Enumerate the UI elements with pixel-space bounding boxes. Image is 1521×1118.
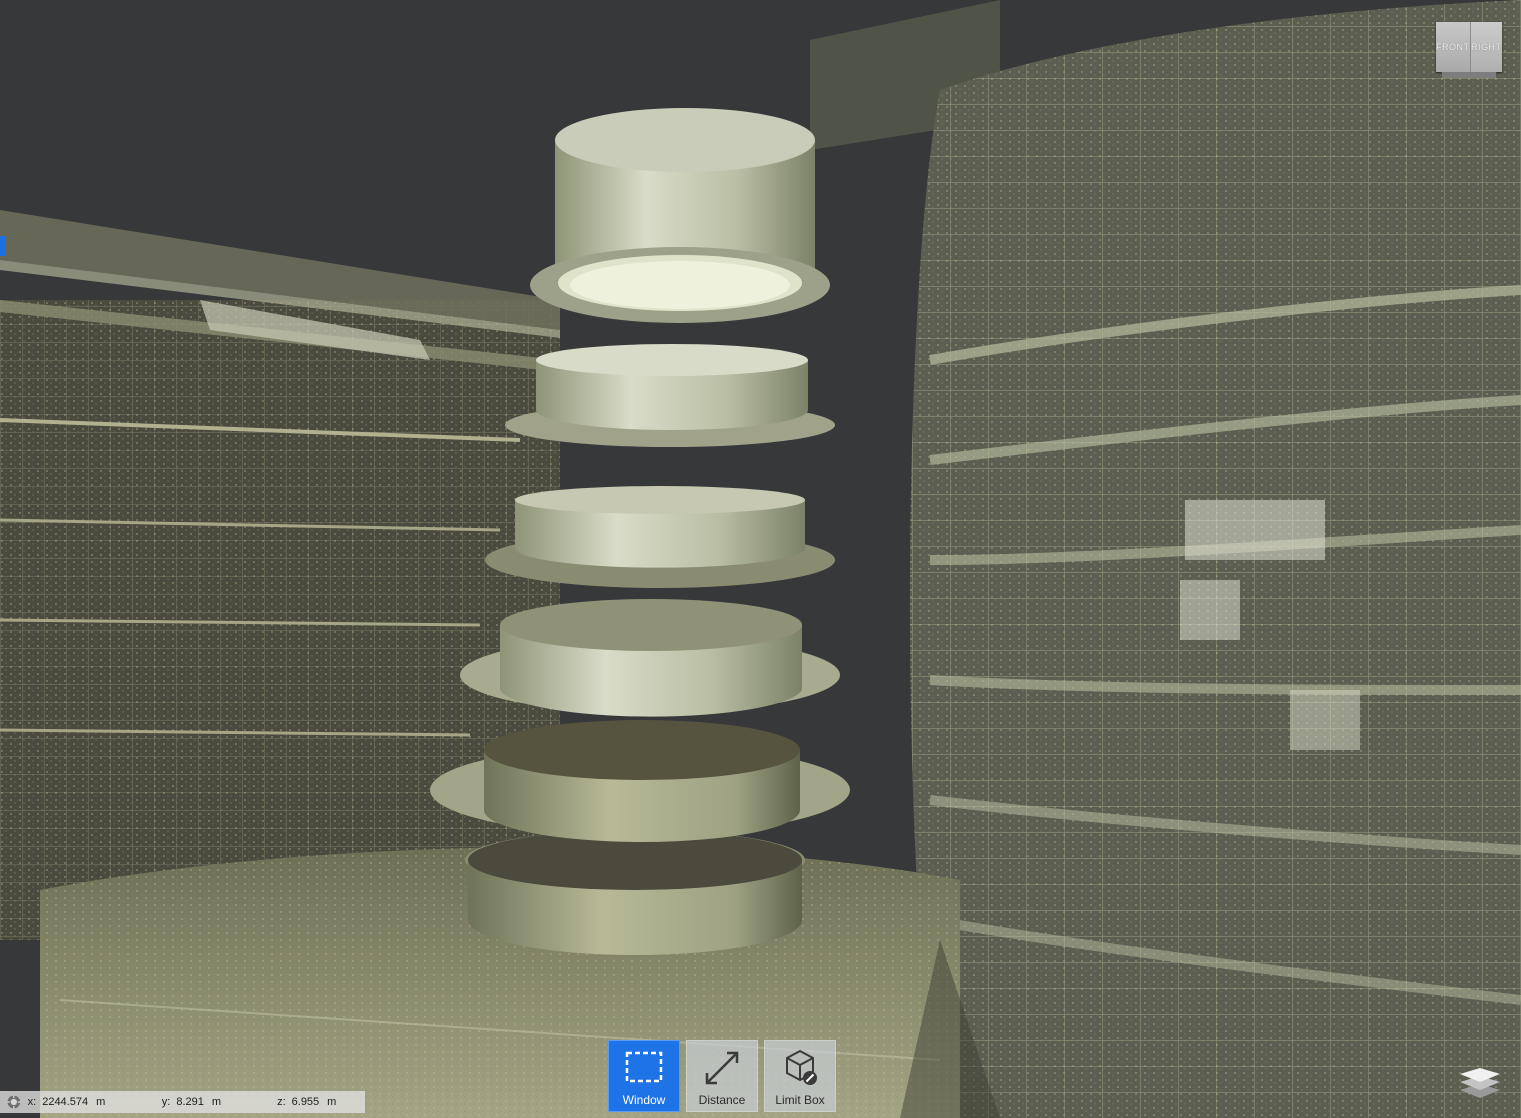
distance-measure-icon [705,1051,739,1085]
coord-y-key: y: [161,1096,171,1108]
coord-x-key: x: [27,1096,37,1108]
coord-y-value: 8.291 [176,1096,204,1108]
right-tower [910,0,1521,1118]
settings-icon[interactable] [6,1094,22,1110]
coord-x: x: 2244.574 m [28,1096,150,1108]
coord-z-unit: m [327,1096,337,1108]
window-button-label: Window [622,1093,666,1107]
limit-box-icon [786,1049,817,1085]
coord-z: z: 6.955 m [277,1096,365,1108]
coord-y: y: 8.291 m [162,1096,277,1108]
layers-icon[interactable] [1456,1058,1504,1100]
left-structure [0,300,560,940]
window-button[interactable]: Window [608,1040,680,1112]
coord-x-unit: m [96,1096,106,1108]
view-cube-bottom-face[interactable] [1442,72,1496,78]
measurement-toolbar: Window Distance Limit Box [608,1040,836,1112]
view-cube[interactable]: FRONT RIGHT [1436,22,1502,78]
distance-button[interactable]: Distance [686,1040,758,1112]
coordinate-readout: x: 2244.574 m y: 8.291 m z: 6.955 m [0,1091,365,1113]
coord-x-value: 2244.574 [42,1096,89,1108]
side-panel-handle[interactable] [0,236,5,256]
point-cloud-viewport[interactable]: FRONT RIGHT Window Distance Limit Box x:… [0,0,1521,1118]
limit-box-button-label: Limit Box [775,1093,825,1107]
view-cube-right-face[interactable]: RIGHT [1470,22,1502,72]
point-cloud-scene[interactable] [0,0,1521,1118]
distance-button-label: Distance [698,1093,746,1107]
view-cube-front-face[interactable]: FRONT [1436,22,1471,72]
coord-z-key: z: [277,1096,286,1108]
limit-box-button[interactable]: Limit Box [764,1040,836,1112]
window-select-icon [625,1051,663,1083]
coord-y-unit: m [211,1096,222,1108]
coord-z-value: 6.955 [291,1096,320,1108]
